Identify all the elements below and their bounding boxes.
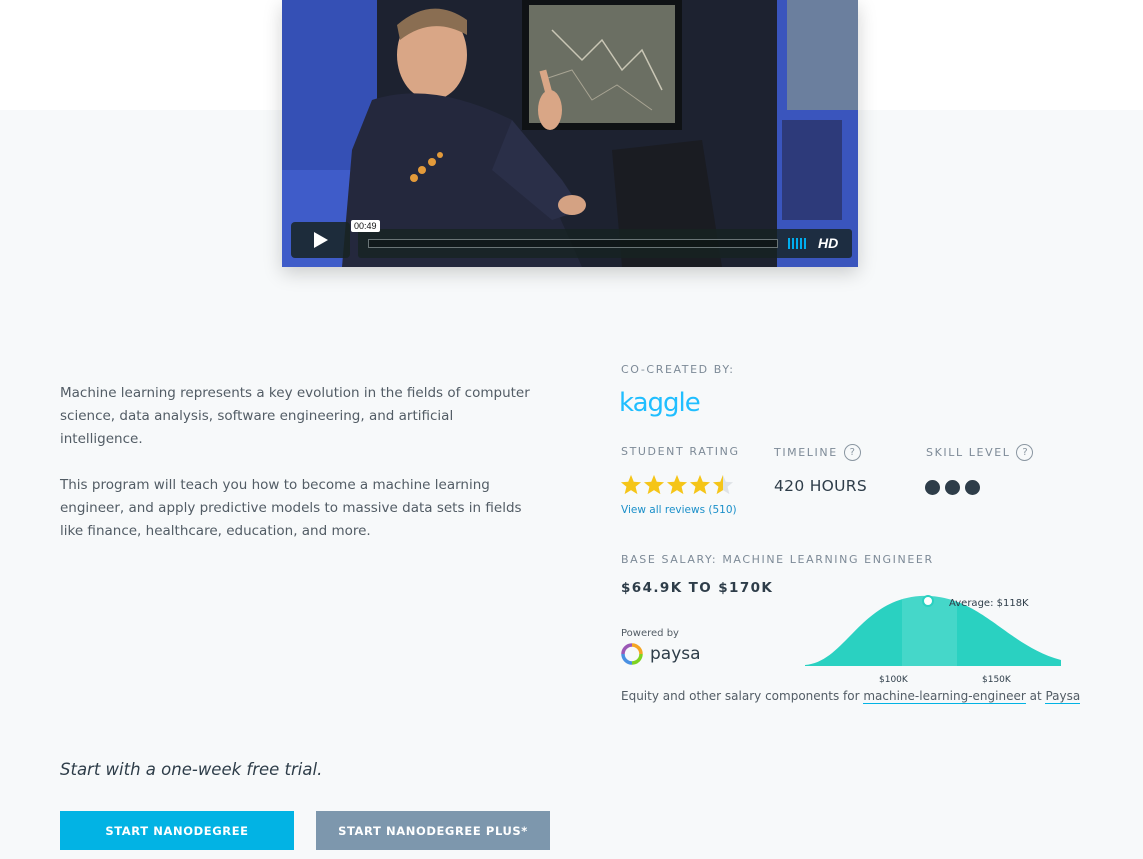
average-marker [922,595,934,607]
hd-toggle[interactable]: HD [818,235,838,251]
paysa-wordmark: paysa [650,644,701,664]
equity-mid: at [1025,689,1046,703]
star-icon [689,474,711,495]
timeline-help-icon[interactable]: ? [843,444,861,461]
skill-level-indicator [925,480,980,495]
equity-prefix: Equity and other salary components for [621,689,864,703]
base-salary-label: BASE SALARY: MACHINE LEARNING ENGINEER [621,553,934,566]
cocreated-label: CO-CREATED BY: [621,363,735,376]
student-rating-label: STUDENT RATING [621,445,740,458]
play-icon [313,232,328,248]
powered-by-label: Powered by [621,628,679,639]
skill-dot [965,480,980,495]
half-star-icon [712,474,734,495]
video-timecode: 00:49 [351,220,380,232]
timeline-label-row: TIMELINE ? [774,444,861,461]
play-button[interactable] [291,222,350,258]
timeline-label: TIMELINE [774,446,838,459]
skill-dot [925,480,940,495]
skill-level-label: SKILL LEVEL [926,446,1011,459]
skill-dot [945,480,960,495]
kaggle-logo: kaggle [619,388,701,418]
star-icon [643,474,665,495]
tick-150k: $150K [982,675,1012,685]
description-paragraph-2: This program will teach you how to becom… [60,477,522,539]
star-icon [620,474,642,495]
program-description: Machine learning represents a key evolut… [60,382,530,543]
tick-100k: $100K [879,675,909,685]
paysa-icon [621,643,643,665]
equity-note: Equity and other salary components for m… [621,689,1081,704]
volume-icon[interactable] [788,238,806,249]
star-rating [620,474,734,495]
salary-range: $64.9K TO $170K [621,580,774,596]
start-nanodegree-plus-button[interactable]: START NANODEGREE PLUS* [316,811,550,850]
video-progress-bar[interactable] [368,239,778,248]
average-label: Average: $118K [949,598,1029,609]
salary-distribution-chart: Average: $118K $100K $150K [805,590,1061,685]
skill-level-label-row: SKILL LEVEL ? [926,444,1034,461]
video-controls: HD [358,229,852,258]
start-nanodegree-button[interactable]: START NANODEGREE [60,811,294,850]
skill-level-help-icon[interactable]: ? [1016,444,1034,461]
paysa-logo: paysa [621,643,701,665]
machine-learning-engineer-link[interactable]: machine-learning-engineer [863,689,1026,704]
star-icon [666,474,688,495]
timeline-hours: 420 HOURS [774,477,868,495]
view-all-reviews-link[interactable]: View all reviews (510) [621,504,737,516]
free-trial-text: Start with a one-week free trial. [60,760,323,779]
video-player[interactable]: HD 00:49 [282,0,858,267]
paysa-link[interactable]: Paysa [1045,689,1081,704]
description-paragraph-1: Machine learning represents a key evolut… [60,385,530,447]
